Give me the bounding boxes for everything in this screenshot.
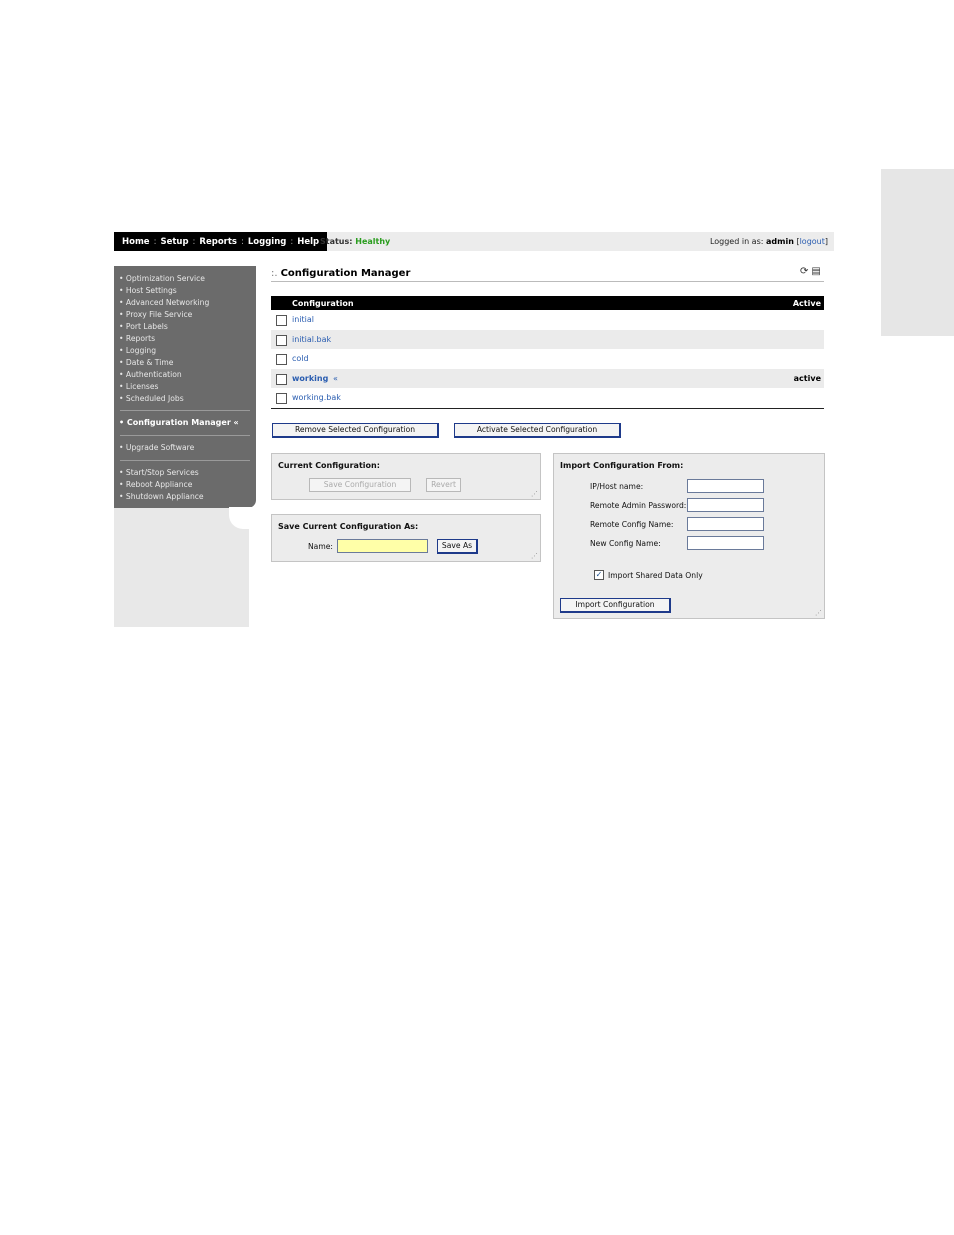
sidebar-item-scheduled-jobs[interactable]: • Scheduled Jobs (119, 394, 184, 403)
nav-separator: : (192, 236, 196, 247)
config-link[interactable]: initial (292, 315, 314, 324)
table-bottom-rule (271, 407, 824, 409)
nav-logging[interactable]: Logging (246, 237, 288, 247)
title-icons: ⟳ ▤ (797, 266, 821, 277)
nav-separator: : (153, 236, 157, 247)
nav-home[interactable]: Home (120, 237, 152, 247)
sidebar-corner (229, 507, 257, 529)
table-header: Configuration Active (271, 296, 824, 310)
configuration-table: Configuration Active initial initial.bak… (271, 296, 824, 409)
row-checkbox[interactable] (276, 373, 287, 385)
column-header-active: Active (792, 299, 821, 308)
panel-title: Current Configuration: (278, 461, 380, 470)
table-row: working.bak (271, 388, 824, 408)
sidebar-item-authentication[interactable]: • Authentication (119, 370, 182, 379)
table-row: cold (271, 349, 824, 369)
resize-grip-icon: ⋰ (531, 490, 538, 498)
nav-setup[interactable]: Setup (158, 237, 190, 247)
import-configuration-button[interactable]: Import Configuration (560, 598, 671, 613)
current-marker: « (333, 373, 338, 383)
sidebar-item-optimization-service[interactable]: • Optimization Service (119, 274, 205, 283)
config-link[interactable]: working.bak (292, 393, 341, 402)
sidebar-divider (120, 410, 250, 411)
remove-config-button[interactable]: Remove Selected Configuration (272, 423, 439, 438)
save-configuration-button[interactable]: Save Configuration (309, 478, 411, 492)
remote-password-label: Remote Admin Password: (590, 501, 687, 510)
nav-reports[interactable]: Reports (197, 237, 239, 247)
save-as-panel: Save Current Configuration As: Name: Sav… (271, 514, 541, 562)
remote-config-name-input[interactable] (687, 517, 764, 531)
status-label: Status: (320, 237, 353, 246)
sidebar-item-licenses[interactable]: • Licenses (119, 382, 159, 391)
ip-host-label: IP/Host name: (590, 482, 644, 491)
table-row: initial.bak (271, 329, 824, 349)
login-info: Logged in as: admin [logout] (710, 237, 828, 246)
title-divider (271, 281, 824, 282)
sidebar-item-configuration-manager[interactable]: • Configuration Manager « (119, 418, 239, 427)
status-indicator: Status: Healthy (320, 237, 390, 246)
row-checkbox[interactable] (276, 393, 287, 404)
sidebar-item-reboot-appliance[interactable]: • Reboot Appliance (119, 480, 192, 489)
sidebar-divider (120, 460, 250, 461)
config-link[interactable]: cold (292, 354, 309, 363)
sidebar: • Optimization Service • Host Settings •… (114, 266, 257, 529)
resize-grip-icon: ⋰ (531, 552, 538, 560)
save-as-button[interactable]: Save As (437, 539, 478, 554)
config-link[interactable]: working (292, 374, 328, 383)
nav-separator: : (240, 236, 244, 247)
panel-title: Import Configuration From: (560, 461, 684, 470)
nav-separator: : (290, 236, 294, 247)
sidebar-item-proxy-file-service[interactable]: • Proxy File Service (119, 310, 192, 319)
remote-password-input[interactable] (687, 498, 764, 512)
sidebar-item-host-settings[interactable]: • Host Settings (119, 286, 177, 295)
bracket-close: ] (824, 237, 828, 246)
sidebar-item-advanced-networking[interactable]: • Advanced Networking (119, 298, 209, 307)
logout-link[interactable]: logout (800, 237, 825, 246)
ip-host-input[interactable] (687, 479, 764, 493)
main-nav: Home : Setup : Reports : Logging : Help (114, 232, 328, 251)
row-checkbox[interactable] (276, 315, 287, 326)
row-checkbox[interactable] (276, 354, 287, 365)
sidebar-divider (120, 435, 250, 436)
sidebar-item-date-time[interactable]: • Date & Time (119, 358, 173, 367)
panel-title: Save Current Configuration As: (278, 522, 419, 531)
page-edge-tab (881, 169, 954, 336)
sidebar-item-upgrade-software[interactable]: • Upgrade Software (119, 443, 194, 452)
sidebar-item-shutdown-appliance[interactable]: • Shutdown Appliance (119, 492, 204, 501)
title-text: Configuration Manager (280, 268, 411, 279)
sidebar-item-port-labels[interactable]: • Port Labels (119, 322, 168, 331)
sidebar-item-start-stop-services[interactable]: • Start/Stop Services (119, 468, 199, 477)
top-bar: Home : Setup : Reports : Logging : Help … (114, 232, 834, 251)
import-configuration-panel: Import Configuration From: IP/Host name:… (553, 453, 825, 619)
sidebar-item-reports[interactable]: • Reports (119, 334, 155, 343)
column-header-configuration: Configuration (292, 299, 354, 308)
new-config-name-label: New Config Name: (590, 539, 661, 548)
revert-button[interactable]: Revert (426, 478, 461, 492)
page-title: :. Configuration Manager (271, 268, 410, 279)
active-cell: active (793, 373, 821, 383)
resize-grip-icon: ⋰ (815, 609, 822, 617)
import-shared-label: Import Shared Data Only (608, 571, 703, 580)
activate-config-button[interactable]: Activate Selected Configuration (454, 423, 621, 438)
nav-help[interactable]: Help (295, 237, 321, 247)
title-prefix: :. (271, 268, 278, 279)
login-prefix: Logged in as: (709, 237, 764, 246)
sidebar-item-logging[interactable]: • Logging (119, 346, 156, 355)
new-config-name-input[interactable] (687, 536, 764, 550)
current-configuration-panel: Current Configuration: Save Configuratio… (271, 453, 541, 500)
config-link[interactable]: initial.bak (292, 335, 331, 344)
row-checkbox[interactable] (276, 334, 287, 346)
table-row: working « active (271, 368, 824, 388)
import-shared-checkbox[interactable]: ✓ (594, 570, 604, 580)
refresh-icon[interactable]: ⟳ (800, 266, 808, 277)
name-label: Name: (308, 542, 333, 551)
remote-config-name-label: Remote Config Name: (590, 520, 674, 529)
name-input[interactable] (337, 539, 428, 553)
print-icon[interactable]: ▤ (811, 266, 820, 277)
table-row: initial (271, 310, 824, 330)
login-user: admin (766, 237, 794, 246)
status-value: Healthy (355, 237, 391, 246)
app-window: Home : Setup : Reports : Logging : Help … (114, 232, 836, 627)
